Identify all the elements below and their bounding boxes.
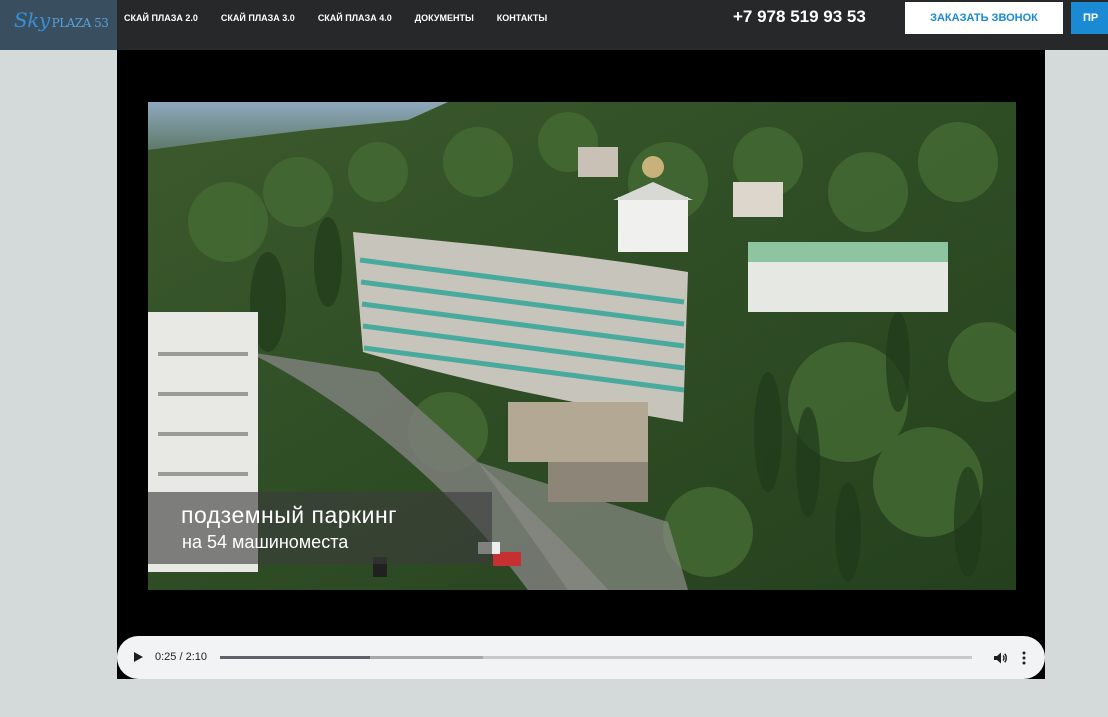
nav-item-documents[interactable]: ДОКУМЕНТЫ bbox=[415, 13, 474, 23]
nav-item-sky-plaza-2[interactable]: СКАЙ ПЛАЗА 2.0 bbox=[124, 13, 198, 23]
video-frame[interactable]: подземный паркинг на 54 машиноместа bbox=[148, 102, 1016, 590]
volume-icon[interactable] bbox=[992, 650, 1008, 666]
logo[interactable]: Sky PLAZA 53 bbox=[0, 0, 117, 50]
play-icon[interactable] bbox=[134, 652, 143, 662]
video-player[interactable]: подземный паркинг на 54 машиноместа bbox=[117, 50, 1045, 679]
phone-number[interactable]: +7 978 519 93 53 bbox=[733, 7, 866, 27]
order-call-button[interactable]: ЗАКАЗАТЬ ЗВОНОК bbox=[905, 2, 1063, 34]
seek-bar[interactable] bbox=[220, 656, 972, 659]
nav-item-contacts[interactable]: КОНТАКТЫ bbox=[497, 13, 547, 23]
nav-item-sky-plaza-4[interactable]: СКАЙ ПЛАЗА 4.0 bbox=[318, 13, 392, 23]
time-display: 0:25 / 2:10 bbox=[155, 651, 207, 663]
media-controls: 0:25 / 2:10 bbox=[117, 636, 1045, 679]
secondary-button[interactable]: ПР bbox=[1071, 2, 1108, 34]
nav-item-sky-plaza-3[interactable]: СКАЙ ПЛАЗА 3.0 bbox=[221, 13, 295, 23]
logo-sub: PLAZA 53 bbox=[51, 16, 109, 30]
logo-mark: Sky PLAZA 53 bbox=[14, 8, 109, 32]
caption-line-2: на 54 машиноместа bbox=[182, 532, 349, 552]
more-options-icon[interactable] bbox=[1018, 650, 1030, 666]
logo-text: Sky bbox=[14, 8, 50, 32]
caption-line-1: подземный паркинг bbox=[181, 502, 398, 528]
seek-played bbox=[220, 656, 371, 659]
video-caption: подземный паркинг на 54 машиноместа bbox=[148, 492, 492, 564]
site-header: Sky PLAZA 53 СКАЙ ПЛАЗА 2.0 СКАЙ ПЛАЗА 3.… bbox=[0, 0, 1108, 50]
main-nav: СКАЙ ПЛАЗА 2.0 СКАЙ ПЛАЗА 3.0 СКАЙ ПЛАЗА… bbox=[124, 0, 570, 36]
